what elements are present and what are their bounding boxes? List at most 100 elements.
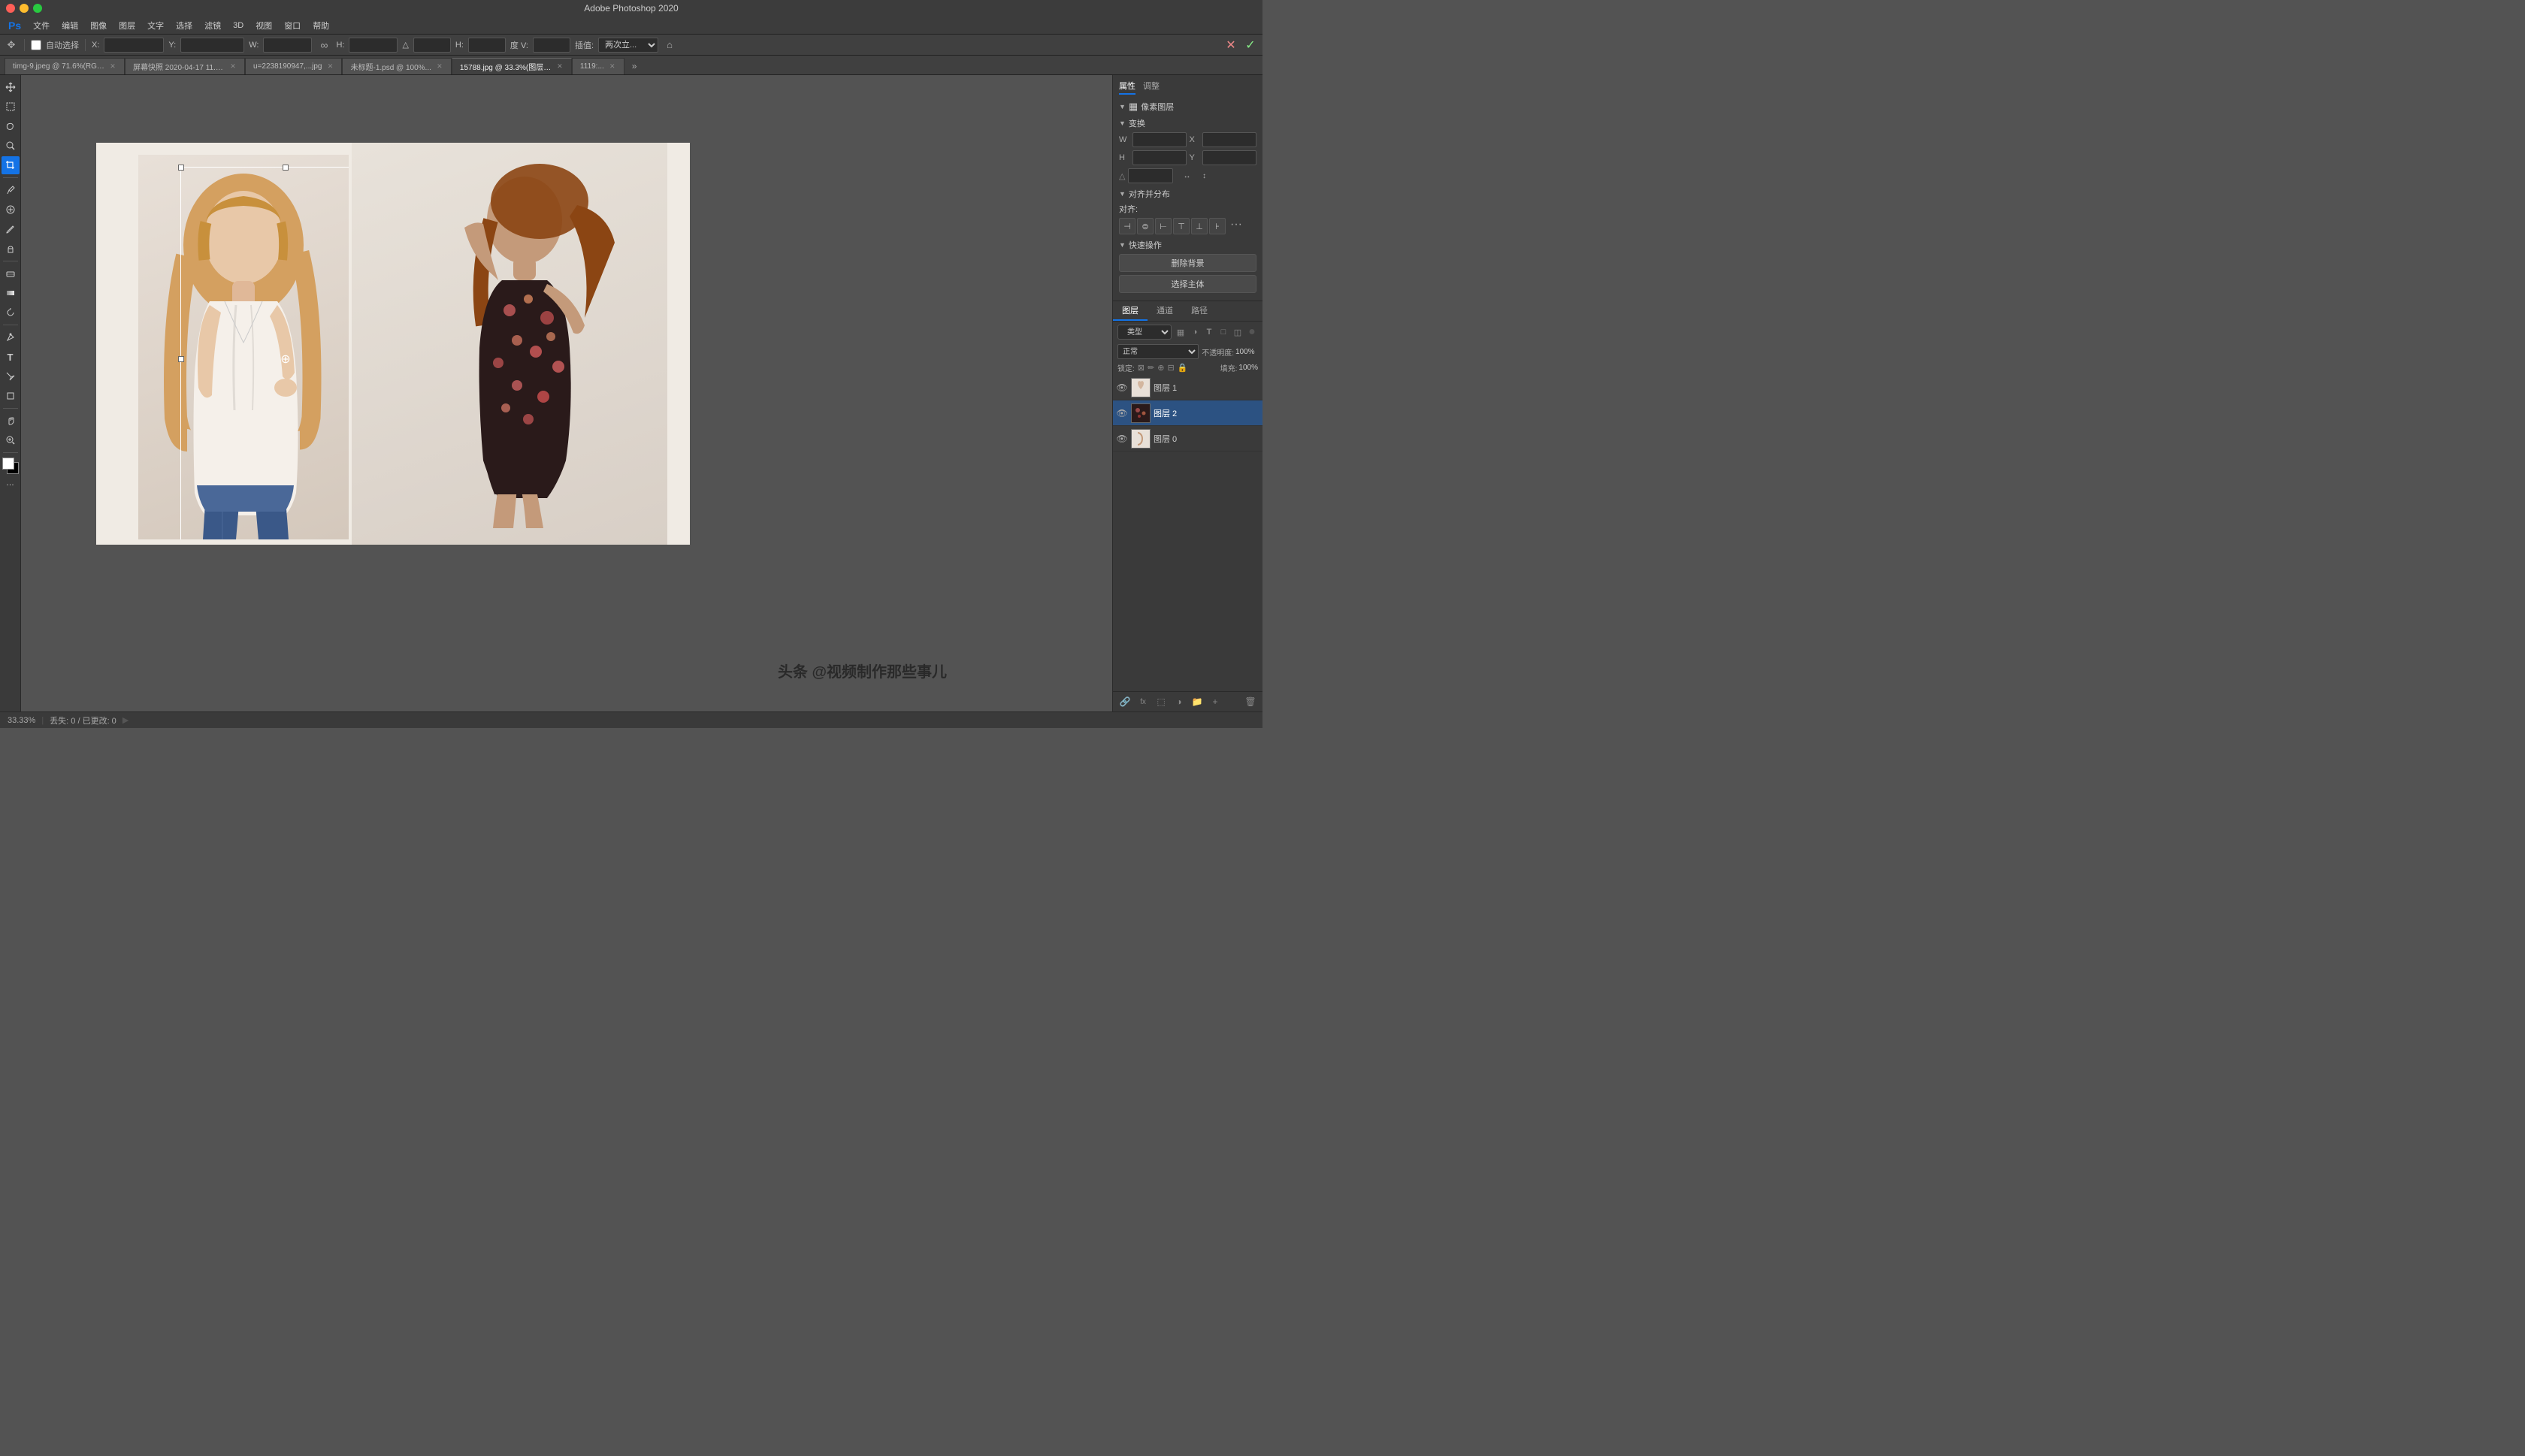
lasso-tool[interactable] [2,117,20,135]
auto-select-checkbox[interactable] [31,40,41,50]
tab-close-1[interactable]: ✕ [229,63,237,71]
tab-properties[interactable]: 属性 [1119,80,1135,95]
tab-close-3[interactable]: ✕ [436,63,443,71]
tabs-more-button[interactable]: » [627,58,642,74]
tab-close-4[interactable]: ✕ [556,63,564,71]
filter-toggle[interactable]: ● [1246,326,1258,338]
move-tool[interactable] [2,78,20,96]
tab-adjustments[interactable]: 调整 [1143,80,1160,95]
flip-h-btn[interactable]: ↔ [1179,168,1194,183]
filter-pixel-icon[interactable]: ▦ [1175,326,1187,338]
tab-0[interactable]: timg-9.jpeg @ 71.6%(RGB/... ✕ [5,58,125,74]
layer-vis-1[interactable]: 👁 [1116,407,1128,419]
angle-input[interactable]: 0.00 [413,38,451,53]
w-input[interactable]: 100.00% [263,38,312,53]
menu-view[interactable]: 视图 [250,18,277,33]
menu-ps-icon[interactable]: Ps [3,18,26,33]
filter-smartobj-icon[interactable]: ◫ [1232,326,1244,338]
qa-arrow[interactable]: ▼ [1119,241,1126,249]
transform-h-input[interactable]: 3385 像素 [1132,150,1187,165]
lock-transparent-icon[interactable]: ⊠ [1138,363,1145,373]
v-input[interactable]: 0.00 [533,38,570,53]
filter-type-select[interactable]: 类型 [1117,325,1172,340]
stamp-tool[interactable] [2,240,20,258]
new-layer-btn[interactable]: + [1208,694,1223,709]
warp-icon[interactable]: ⌂ [663,38,676,52]
align-left-btn[interactable]: ⊣ [1119,218,1135,234]
eyedropper-tool[interactable] [2,181,20,199]
menu-help[interactable]: 帮助 [307,18,334,33]
h2-input[interactable]: 0.00 [468,38,506,53]
path-select-tool[interactable] [2,367,20,385]
menu-select[interactable]: 选择 [171,18,198,33]
commit-transform-btn[interactable]: ✓ [1243,38,1258,53]
transform-w-input[interactable]: 1922 像素 [1132,132,1187,147]
heal-tool[interactable] [2,201,20,219]
cancel-transform-btn[interactable]: ✕ [1223,38,1238,53]
close-button[interactable] [6,4,15,13]
maximize-button[interactable] [33,4,42,13]
menu-file[interactable]: 文件 [28,18,55,33]
new-fill-layer-btn[interactable]: ◑ [1172,694,1187,709]
align-center-h-btn[interactable]: ⊜ [1137,218,1154,234]
tab-4[interactable]: 15788.jpg @ 33.3%(图层 2, RGB/8) * ✕ [452,58,572,74]
tab-close-5[interactable]: ✕ [609,63,616,71]
zoom-tool[interactable] [2,431,20,449]
eraser-tool[interactable] [2,264,20,282]
layer-mask-btn[interactable]: ⬚ [1154,694,1169,709]
layer-vis-2[interactable]: 👁 [1116,433,1128,445]
tab-3[interactable]: 未标题-1.psd @ 100%... ✕ [342,58,451,74]
menu-edit[interactable]: 编辑 [56,18,83,33]
transform-angle-input[interactable]: 0.00° [1128,168,1173,183]
shape-tool[interactable] [2,387,20,405]
transform-y-input[interactable]: 340 像素 [1202,150,1256,165]
layers-tab-paths[interactable]: 路径 [1182,301,1217,321]
pen-tool[interactable] [2,328,20,346]
transform-x-input[interactable]: 549 像素 [1202,132,1256,147]
x-input[interactable]: 1510.00 像素 [104,38,164,53]
quick-select-tool[interactable] [2,137,20,155]
tab-close-2[interactable]: ✕ [326,63,334,71]
brush-tool[interactable] [2,220,20,238]
pixel-layer-arrow[interactable]: ▼ [1119,103,1126,110]
filter-shape-icon[interactable]: □ [1217,326,1229,338]
layer-vis-0[interactable]: 👁 [1116,382,1128,394]
layer-item-1[interactable]: 👁 图层 2 [1113,400,1262,426]
hand-tool[interactable] [2,412,20,430]
align-right-btn[interactable]: ⊢ [1155,218,1172,234]
blend-mode-select[interactable]: 正常 溶解 正片叠底 [1117,344,1199,359]
interpolation-select[interactable]: 两次立... 两次线性 最邻近 [598,38,658,53]
align-arrow[interactable]: ▼ [1119,190,1126,198]
menu-text[interactable]: 文字 [142,18,169,33]
minimize-button[interactable] [20,4,29,13]
lock-position-icon[interactable]: ⊕ [1157,363,1164,373]
canvas-area[interactable]: ⊕ 头条 @视频制作那些事儿 [21,75,1112,711]
dodge-tool[interactable] [2,304,20,322]
layer-link-btn[interactable]: 🔗 [1117,694,1132,709]
foreground-color[interactable] [2,458,19,474]
crop-tool[interactable] [2,156,20,174]
h-input[interactable]: 100.00% [349,38,398,53]
layers-tab-layers[interactable]: 图层 [1113,301,1148,321]
align-bottom-btn[interactable]: ⊦ [1209,218,1226,234]
new-group-btn[interactable]: 📁 [1190,694,1205,709]
extras-btn[interactable]: … [6,479,14,488]
menu-layer[interactable]: 图层 [113,18,141,33]
delete-layer-btn[interactable]: 🗑 [1243,694,1258,709]
tab-1[interactable]: 屏幕快照 2020-04-17 11.06.42.png ✕ [125,58,245,74]
layer-item-2[interactable]: 👁 图层 0 [1113,426,1262,452]
menu-3d[interactable]: 3D [228,20,249,32]
filter-text-icon[interactable]: T [1203,326,1215,338]
filter-adjustment-icon[interactable]: ◑ [1189,326,1201,338]
select-subject-btn[interactable]: 选择主体 [1119,275,1256,293]
flip-v-btn[interactable]: ↕ [1196,168,1211,183]
opacity-value[interactable]: 100% [1235,348,1258,356]
link-icon[interactable]: ∞ [316,38,331,53]
menu-window[interactable]: 窗口 [279,18,306,33]
menu-image[interactable]: 图像 [85,18,112,33]
tab-5[interactable]: 1119:... ✕ [572,58,624,74]
lock-paint-icon[interactable]: ✏ [1148,363,1154,373]
lock-artboard-icon[interactable]: ⊟ [1167,363,1174,373]
align-top-btn[interactable]: ⊤ [1173,218,1190,234]
text-tool[interactable]: T [2,348,20,366]
